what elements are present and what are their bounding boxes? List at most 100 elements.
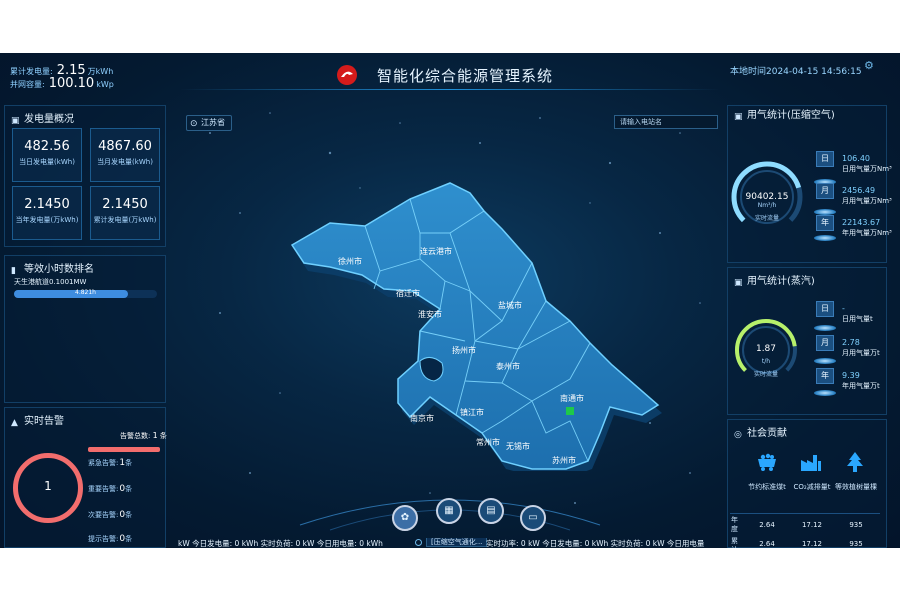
kpi-monthly-generation: 4867.60 当月发电量(kWh) (90, 128, 160, 182)
gas-steam-month-label: 月用气量万t (842, 349, 880, 357)
ranking-item-value: 4.821h (75, 289, 96, 296)
kpi-value: 482.56 (24, 139, 70, 154)
kpi-value: 2.1450 (24, 197, 70, 212)
city-label[interactable]: 南京市 (410, 413, 434, 423)
location-pin-icon: ⊙ (190, 119, 198, 129)
gas-steam-day-label: 日用气量t (842, 315, 873, 323)
city-label[interactable]: 南通市 (560, 393, 584, 403)
alarm-item-hint[interactable]: 提示告警:0条 (88, 534, 132, 544)
social-cell: 2.64 (759, 540, 775, 548)
kpi-daily-generation: 482.56 当日发电量(kWh) (12, 128, 82, 182)
solar-panel-icon: ▦ (444, 505, 454, 516)
city-label[interactable]: 淮安市 (418, 309, 442, 319)
panel-title: ▲ 实时告警 (11, 416, 64, 428)
kpi-yearly-generation: 2.1450 当年发电量(万kWh) (12, 186, 82, 240)
period-tag-month: 月 (816, 183, 834, 199)
kpi-cumulative-generation: 2.1450 累计发电量(万kWh) (90, 186, 160, 240)
city-label[interactable]: 宿迁市 (396, 288, 420, 298)
pedestal-icon (814, 390, 836, 396)
station-marker[interactable] (566, 407, 574, 415)
bar-chart-icon: ▮ (11, 266, 16, 276)
ticker-radio[interactable] (415, 539, 422, 546)
gas-air-year-label: 年用气量万Nm³ (842, 229, 892, 237)
gauge-value: 90402.15 (745, 192, 789, 202)
city-label[interactable]: 常州市 (476, 437, 500, 447)
period-tag-day: 日 (816, 151, 834, 167)
panel-title: ▣ 用气统计(压缩空气) (734, 110, 835, 122)
city-label[interactable]: 镇江市 (460, 407, 484, 417)
kpi-label: 累计发电量(万kWh) (93, 216, 157, 224)
social-cell: 17.12 (801, 540, 823, 548)
social-cell: 17.12 (801, 521, 823, 529)
city-label[interactable]: 扬州市 (452, 345, 476, 355)
top-bar: 累计发电量: 2.15 万kWh 并网容量: 100.10 kWp 智能化综合能源管理系… (0, 53, 900, 93)
period-tag-year: 年 (816, 368, 834, 384)
period-tag-year: 年 (816, 215, 834, 231)
gas-air-year-value: 22143.67 (842, 218, 881, 227)
alarm-total: 告警总数: 1 条 (120, 431, 167, 440)
gas-air-gauge-text: 90402.15 Nm³/h 实时流量 (732, 192, 802, 222)
dashboard-screen: 累计发电量: 2.15 万kWh 并网容量: 100.10 kWp 智能化综合能源管理系… (0, 53, 900, 548)
ticker-text-right: 实时功率: 0 kW 今日发电量: 0 kWh 实时负荷: 0 kW 今日用电量 (486, 539, 705, 548)
users-icon: ◎ (734, 430, 742, 440)
pedestal-icon (814, 325, 836, 331)
social-cell: 935 (849, 521, 863, 529)
gauge-value: 1.87 (755, 344, 777, 354)
nav-solar-button[interactable]: ▦ (436, 498, 462, 524)
city-label[interactable]: 盐城市 (498, 300, 522, 310)
gas-steam-gauge-text: 1.87 t/h 实时流量 (733, 344, 799, 378)
social-row-label: 年度 (731, 516, 738, 533)
alarm-ring: 1 (13, 453, 83, 523)
city-label[interactable]: 徐州市 (338, 256, 362, 266)
city-label[interactable]: 泰州市 (496, 361, 520, 371)
period-tag-day: 日 (816, 301, 834, 317)
panel-title: ▣ 发电量概况 (11, 114, 74, 126)
map-outline (290, 182, 660, 470)
city-label[interactable]: 连云港市 (420, 246, 452, 256)
header-divider (180, 89, 720, 90)
alarm-total-bar (88, 447, 160, 452)
social-cell: 2.64 (759, 521, 775, 529)
gas-air-day-value: 106.40 (842, 154, 870, 163)
social-cell: 935 (849, 540, 863, 548)
kpi-label: 当年发电量(万kWh) (15, 216, 79, 224)
gauge-label: 实时流量 (753, 371, 778, 378)
alarm-item-urgent[interactable]: 紧急告警:1条 (88, 458, 132, 468)
kpi-value: 4867.60 (98, 139, 152, 154)
region-selector[interactable]: ⊙ 江苏省 (186, 115, 232, 131)
panel-title: ◎ 社会贡献 (734, 428, 787, 440)
ticker-text-left: kW 今日发电量: 0 kWh 实时负荷: 0 kW 今日用电量: 0 kWh (178, 539, 383, 548)
clipboard-icon: ▣ (734, 278, 743, 288)
station-search-input[interactable] (614, 115, 718, 129)
alarm-item-major[interactable]: 重要告警:0条 (88, 484, 132, 494)
city-label[interactable]: 无锡市 (506, 441, 530, 451)
jiangsu-map[interactable]: 徐州市 连云港市 宿迁市 淮安市 盐城市 扬州市 泰州市 南京市 镇江市 南通市… (270, 171, 670, 471)
station-ticker: kW 今日发电量: 0 kWh 实时负荷: 0 kW 今日用电量: 0 kWh … (178, 538, 718, 548)
panel-title: ▮ 等效小时数排名 (11, 264, 94, 276)
page-title: 智能化综合能源管理系统 (376, 67, 553, 85)
grid-capacity: 并网容量: 100.10 kWp (10, 76, 114, 91)
grid-icon: ✿ (400, 512, 410, 523)
gauge-label: 实时流量 (754, 215, 779, 222)
gas-steam-year-label: 年用气量万t (842, 382, 880, 390)
social-col-trees: 等效植树量棵 (835, 483, 877, 491)
gear-icon[interactable]: ⚙ (864, 59, 874, 72)
city-label[interactable]: 苏州市 (552, 455, 576, 465)
gauge-unit: t/h (761, 358, 771, 365)
gas-air-day-label: 日用气量万Nm³ (842, 165, 892, 173)
social-row-label: 累计 (731, 537, 738, 548)
nav-storage-button[interactable]: ▤ (478, 498, 504, 524)
coal-cart-icon (758, 453, 776, 471)
gauge-unit: Nm³/h (757, 202, 777, 209)
bell-icon: ▲ (11, 418, 18, 428)
kpi-label: 当日发电量(kWh) (19, 158, 75, 166)
ticker-station-chip[interactable]: [压缩空气通化... (426, 538, 488, 547)
nav-battery-button[interactable]: ▭ (520, 505, 546, 531)
gas-air-month-value: 2456.49 (842, 186, 876, 195)
nav-overview-button[interactable]: ✿ (392, 505, 418, 531)
kpi-value: 2.1450 (102, 197, 148, 212)
local-time: 本地时间2024-04-15 14:56:15 (730, 67, 862, 77)
alarm-item-minor[interactable]: 次要告警:0条 (88, 510, 132, 520)
clipboard-icon: ▣ (734, 112, 743, 122)
panel-title: ▣ 用气统计(蒸汽) (734, 276, 815, 288)
